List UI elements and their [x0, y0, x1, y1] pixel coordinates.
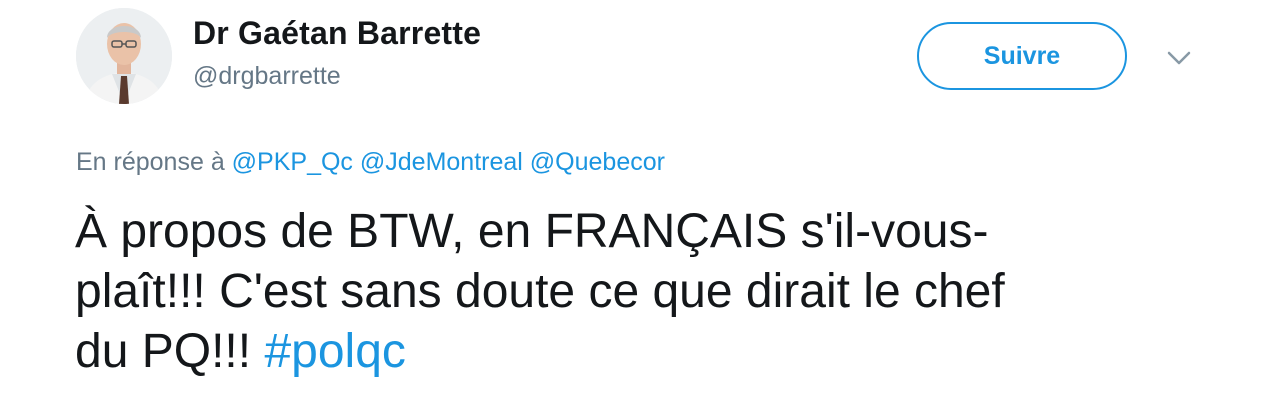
tweet-text-line: du PQ!!! — [75, 325, 252, 378]
user-handle[interactable]: @drgbarrette — [193, 62, 341, 91]
mention-link-quebecor[interactable]: @Quebecor — [530, 148, 665, 176]
profile-photo — [76, 8, 172, 104]
mention-link-jdemontreal[interactable]: @JdeMontreal — [360, 148, 523, 176]
tweet-card: Dr Gaétan Barrette @drgbarrette Suivre E… — [0, 0, 1270, 404]
tweet-text-line: plaît!!! C'est sans doute ce que dirait … — [75, 265, 1005, 318]
tweet-text: À propos de BTW, en FRANÇAIS s'il-vous- … — [75, 202, 1205, 382]
mention-link-pkp-qc[interactable]: @PKP_Qc — [232, 148, 353, 176]
display-name[interactable]: Dr Gaétan Barrette — [193, 15, 481, 52]
avatar[interactable] — [76, 8, 172, 104]
tweet-text-line: À propos de BTW, en FRANÇAIS s'il-vous- — [75, 205, 989, 258]
reply-prefix: En réponse à — [76, 148, 225, 176]
tweet-text-line-last: du PQ!!! #polqc — [75, 322, 1205, 382]
follow-button[interactable]: Suivre — [917, 22, 1127, 90]
chevron-down-icon[interactable] — [1164, 46, 1194, 70]
hashtag-link[interactable]: #polqc — [264, 325, 405, 378]
reply-context: En réponse à @PKP_Qc @JdeMontreal @Quebe… — [76, 148, 665, 177]
